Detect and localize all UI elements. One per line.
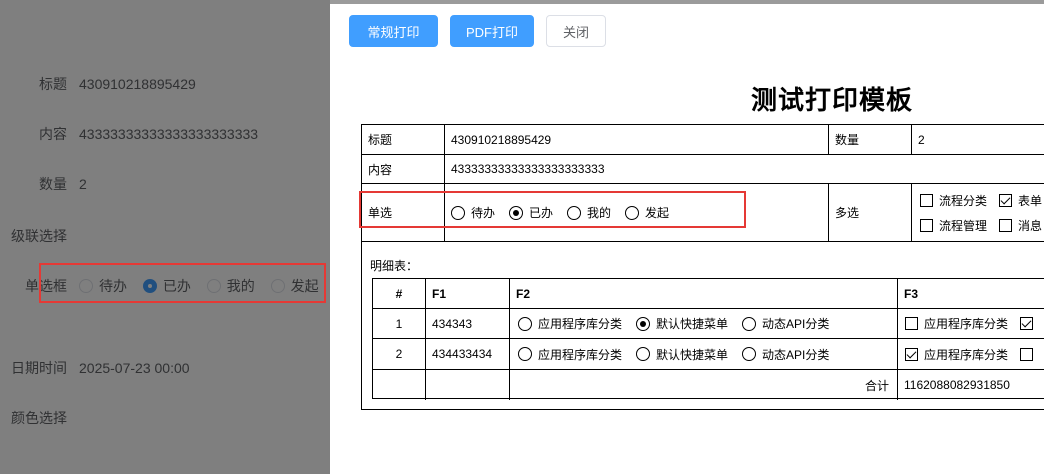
radio-option[interactable]: 应用程序库分类 [518, 346, 622, 363]
detail-table: # F1 F2 F3 1 434343 应用程序库分类 默认快捷菜单 动态API… [372, 278, 1044, 400]
checkbox-icon [920, 218, 933, 232]
qty-value-cell: 2 [918, 132, 925, 147]
checkbox-option[interactable]: 消息 [999, 217, 1042, 234]
highlight-box-background [39, 263, 326, 303]
checkbox-option[interactable]: 流程管理 [920, 217, 987, 234]
checkbox-icon [905, 317, 918, 330]
radio-circle-icon [636, 347, 651, 361]
print-dialog: 常规打印 PDF打印 关闭 测试打印模板 标题 430910218895429 … [330, 4, 1044, 474]
radio-circle-icon [742, 316, 757, 331]
multi-row: 流程分类 表单 [920, 192, 1044, 209]
radio-option[interactable]: 默认快捷菜单 [636, 346, 728, 363]
detail-row2-idx: 2 [395, 347, 403, 361]
detail-label: 明细表： [370, 259, 419, 273]
detail-header-f2: F2 [516, 286, 531, 301]
qty-label-cell: 数量 [835, 133, 860, 147]
detail-header-idx: # [395, 286, 403, 301]
detail-row1-idx: 1 [395, 316, 403, 331]
radio-option[interactable]: 动态API分类 [742, 346, 829, 363]
radio-circle-icon [518, 347, 532, 361]
radio-option[interactable]: 动态API分类 [742, 315, 829, 332]
radio-option[interactable]: 应用程序库分类 [518, 315, 622, 332]
radio-option-text: 默认快捷菜单 [656, 347, 729, 362]
checkbox-icon [1020, 347, 1034, 361]
detail-total-label: 合计 [864, 378, 889, 393]
checkbox-option[interactable] [1020, 317, 1039, 330]
checkbox-option[interactable] [1020, 347, 1039, 361]
checkbox-option[interactable]: 表单 [999, 192, 1042, 209]
radio-circle-icon [742, 347, 757, 361]
content-value-cell: 43333333333333333333333 [451, 162, 605, 176]
checkbox-icon [999, 218, 1013, 232]
checkbox-checked-icon [1020, 317, 1034, 330]
print-toolbar: 常规打印 PDF打印 关闭 [349, 15, 606, 47]
multi-row: 流程管理 消息 [920, 217, 1044, 234]
checkbox-checked-icon [999, 193, 1013, 207]
checkbox-option[interactable]: 应用程序库分类 [905, 346, 1008, 363]
detail-row2-f1: 434433434 [432, 347, 493, 361]
radio-checked-icon [636, 316, 651, 331]
radio-option-text: 动态API分类 [762, 347, 830, 362]
checkbox-checked-icon [905, 347, 918, 361]
checkbox-text: 表单 [1018, 193, 1043, 208]
detail-row2-f3: 应用程序库分类 [898, 339, 1044, 369]
close-button[interactable]: 关闭 [546, 15, 606, 47]
content-label-cell: 内容 [368, 162, 393, 177]
detail-row2-f2: 应用程序库分类 默认快捷菜单 动态API分类 [510, 339, 897, 369]
normal-print-button[interactable]: 常规打印 [349, 15, 438, 47]
table-rule [362, 241, 1044, 242]
detail-total-value: 1162088082931850 [904, 378, 1010, 392]
radio-option-text: 动态API分类 [762, 317, 830, 331]
checkbox-icon [920, 193, 933, 207]
radio-option-text: 应用程序库分类 [538, 347, 623, 362]
radio-option-text: 应用程序库分类 [538, 317, 623, 331]
checkbox-text: 应用程序库分类 [924, 317, 1009, 331]
title-value-cell: 430910218895429 [451, 132, 552, 147]
radio-circle-icon [518, 316, 532, 331]
detail-row1-f3: 应用程序库分类 [898, 309, 1044, 338]
title-label-cell: 标题 [368, 133, 393, 147]
print-heading: 测试打印模板 [751, 85, 914, 115]
multi-value-cell: 流程分类 表单 流程管理 消息 [912, 184, 1044, 241]
detail-row1-f2: 应用程序库分类 默认快捷菜单 动态API分类 [510, 309, 897, 338]
detail-row1-f1: 434343 [432, 316, 473, 331]
checkbox-text: 流程分类 [939, 193, 988, 208]
checkbox-text: 流程管理 [939, 218, 988, 233]
checkbox-option[interactable]: 应用程序库分类 [905, 315, 1008, 332]
pdf-print-button[interactable]: PDF打印 [450, 15, 534, 47]
checkbox-text: 应用程序库分类 [924, 347, 1009, 362]
highlight-box-print [359, 191, 746, 228]
radio-option[interactable]: 默认快捷菜单 [636, 315, 728, 332]
radio-option-text: 默认快捷菜单 [656, 317, 729, 331]
detail-header-f1: F1 [432, 286, 447, 301]
multi-label-cell: 多选 [835, 206, 860, 220]
checkbox-option[interactable]: 流程分类 [920, 192, 987, 209]
checkbox-text: 消息 [1018, 218, 1043, 233]
detail-header-f3: F3 [904, 286, 919, 301]
